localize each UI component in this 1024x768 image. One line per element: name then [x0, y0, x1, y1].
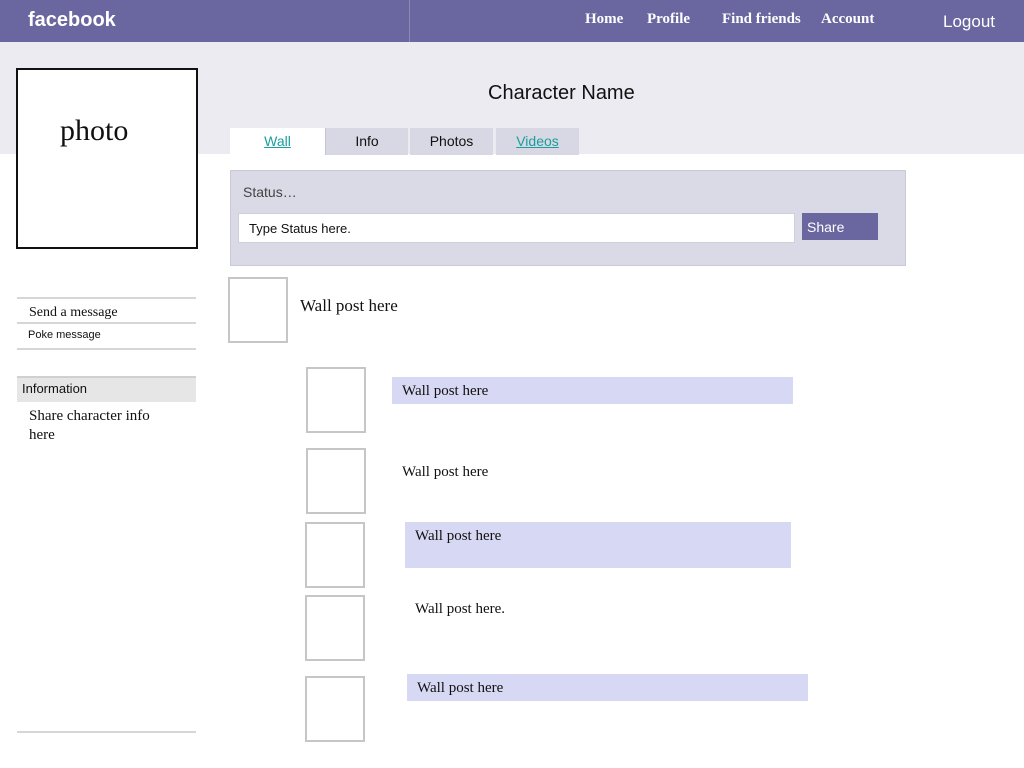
wall-post-text: Wall post here [415, 528, 502, 544]
post-avatar[interactable] [306, 448, 366, 514]
information-title: Information [22, 381, 88, 396]
nav-find-friends-link[interactable]: Find friends [722, 11, 801, 28]
wall-post-text: Wall post here [402, 383, 489, 399]
status-label: Status… [243, 184, 297, 200]
sidebar-divider [17, 322, 196, 324]
post-avatar[interactable] [305, 676, 365, 742]
wall-post-text: Wall post here. [415, 601, 506, 617]
poke-message-link[interactable]: Poke message [28, 329, 101, 341]
wall-post-text: Wall post here [300, 296, 398, 315]
send-message-link[interactable]: Send a message [29, 305, 118, 321]
logout-link[interactable]: Logout [943, 12, 995, 32]
profile-photo-label: photo [60, 114, 129, 147]
tab-videos[interactable]: Videos [496, 128, 579, 155]
wall-post-text: Wall post here [417, 680, 504, 696]
post-avatar[interactable] [305, 522, 365, 588]
post-avatar[interactable] [305, 595, 365, 661]
tab-photos[interactable]: Photos [410, 128, 493, 155]
status-input[interactable] [238, 213, 795, 243]
page-title: Character Name [488, 82, 635, 104]
share-button[interactable]: Share [802, 213, 878, 240]
sidebar-divider [17, 731, 196, 733]
sidebar-divider [17, 297, 196, 299]
tab-wall[interactable]: Wall [230, 128, 325, 155]
sidebar-divider [17, 348, 196, 350]
post-avatar[interactable] [228, 277, 288, 343]
nav-account-link[interactable]: Account [821, 11, 874, 28]
wall-post-text: Wall post here [402, 464, 489, 480]
post-avatar[interactable] [306, 367, 366, 433]
nav-home-link[interactable]: Home [585, 11, 623, 28]
facebook-logo[interactable]: facebook [28, 9, 116, 32]
nav-profile-link[interactable]: Profile [647, 11, 690, 28]
top-bar-divider [409, 0, 410, 42]
tab-info[interactable]: Info [325, 128, 408, 155]
information-text: Share character info here [29, 408, 150, 443]
profile-photo[interactable] [16, 68, 198, 249]
